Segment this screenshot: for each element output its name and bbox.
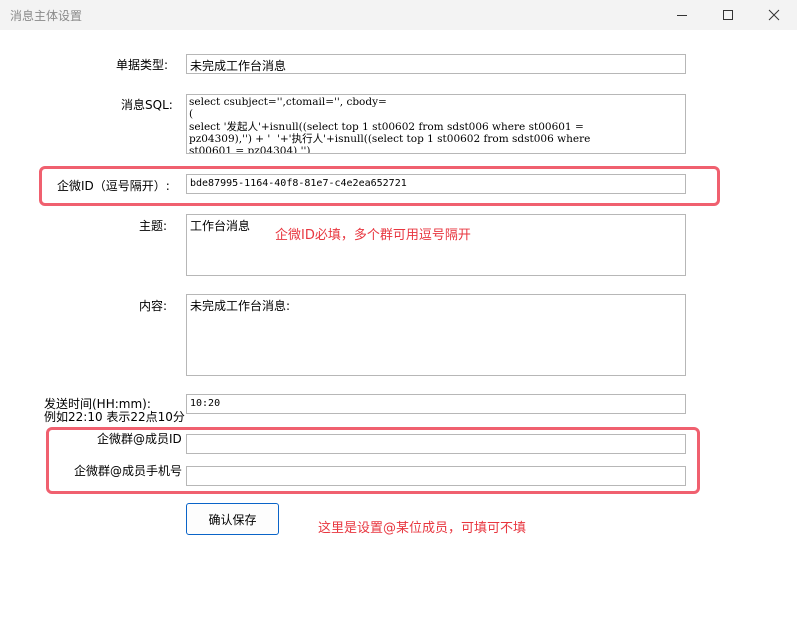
minimize-button[interactable]: [659, 0, 705, 30]
wecom-id-highlight: [39, 166, 720, 206]
maximize-button[interactable]: [705, 0, 751, 30]
content-label: 内容:: [139, 299, 168, 313]
title-bar: 消息主体设置: [0, 0, 797, 30]
window-title: 消息主体设置: [10, 9, 83, 23]
doc-type-field[interactable]: 未完成工作台消息: [186, 54, 686, 74]
doc-type-label: 单据类型:: [116, 58, 169, 72]
wecom-note: 企微ID必填，多个群可用逗号隔开: [275, 228, 471, 243]
member-highlight: [46, 427, 700, 494]
send-time-field[interactable]: 10:20: [186, 394, 686, 414]
content-textarea[interactable]: 未完成工作台消息:: [186, 294, 686, 376]
sql-text: select csubject='',ctomail='', cbody= ( …: [189, 96, 591, 154]
send-time-hint: 例如22:10 表示22点10分: [44, 410, 185, 424]
sql-label: 消息SQL:: [121, 98, 173, 112]
sql-textarea[interactable]: select csubject='',ctomail='', cbody= ( …: [186, 94, 686, 154]
maximize-icon: [723, 10, 733, 20]
close-icon: [768, 9, 780, 21]
close-button[interactable]: [751, 0, 797, 30]
member-note: 这里是设置@某位成员，可填可不填: [318, 521, 527, 536]
minimize-icon: [677, 15, 687, 16]
save-button[interactable]: 确认保存: [186, 503, 279, 535]
subject-label: 主题:: [139, 219, 168, 233]
